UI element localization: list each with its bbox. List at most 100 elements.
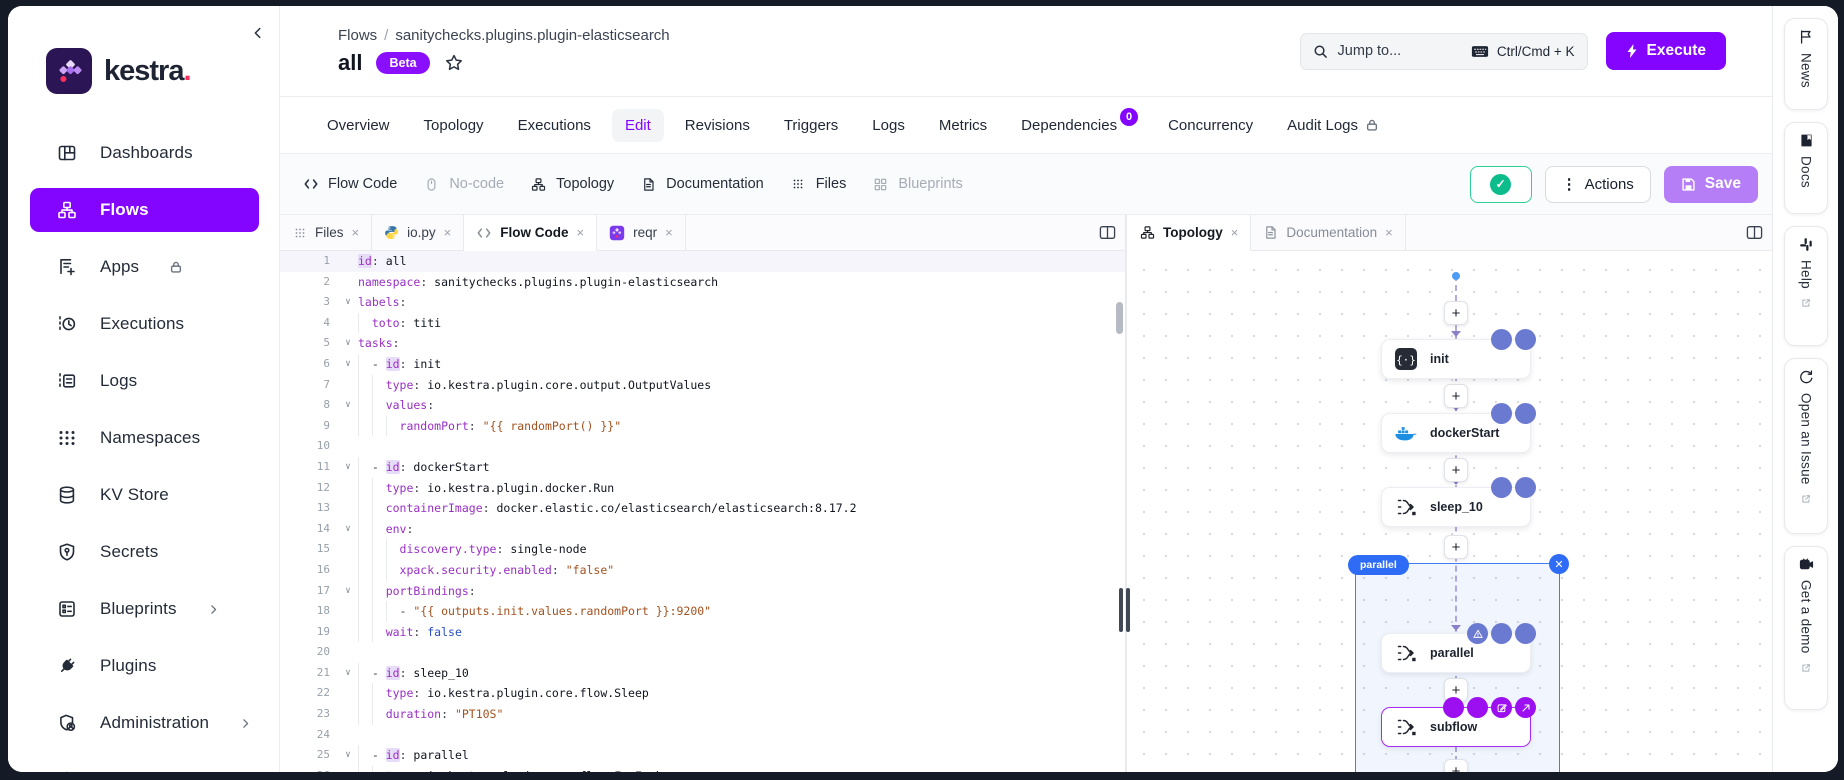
tab-edit[interactable]: Edit [612,109,664,142]
code-line[interactable]: 24 [280,725,1125,746]
node-delete-button[interactable] [1515,329,1536,350]
code-line[interactable]: 12 type: io.kestra.plugin.docker.Run [280,478,1125,499]
view-documentation[interactable]: Documentation [640,176,764,193]
node-delete-button[interactable] [1467,697,1488,718]
sidebar-item-plugins[interactable]: Plugins [30,644,259,688]
node-warning-button[interactable] [1467,623,1488,644]
node-delete-button[interactable] [1515,403,1536,424]
node-delete-button[interactable] [1515,477,1536,498]
validation-status-button[interactable]: ✓ [1470,166,1532,203]
code-line[interactable]: 11 ∨ - id: dockerStart [280,457,1125,478]
sidebar-item-apps[interactable]: Apps [30,245,259,289]
kestra-logo[interactable]: kestra. [46,48,191,94]
node-editbox-button[interactable] [1491,697,1512,718]
jump-to-search[interactable]: Jump to... Ctrl/Cmd + K [1300,33,1588,70]
code-line[interactable]: 22 type: io.kestra.plugin.core.flow.Slee… [280,683,1125,704]
fold-toggle[interactable]: ∨ [338,354,358,375]
view-topology[interactable]: Topology [530,176,614,193]
task-node-sleep_10[interactable]: sleep_10 [1381,487,1531,527]
editor-scrollbar[interactable] [1116,302,1123,334]
close-icon[interactable]: × [576,225,584,240]
node-delete-button[interactable] [1515,623,1536,644]
node-link-button[interactable] [1515,697,1536,718]
sidebar-collapse-button[interactable] [247,22,269,44]
code-line[interactable]: 5 ∨ tasks: [280,333,1125,354]
fold-toggle[interactable]: ∨ [338,581,358,602]
sidebar-item-executions[interactable]: Executions [30,302,259,346]
breadcrumb-path[interactable]: sanitychecks.plugins.plugin-elasticsearc… [395,27,669,44]
tab-dependencies[interactable]: Dependencies0 [1008,108,1147,142]
close-icon[interactable]: ✕ [1549,554,1569,574]
view-blueprints[interactable]: Blueprints [872,176,962,193]
close-icon[interactable]: × [665,225,673,240]
tab-metrics[interactable]: Metrics [926,109,1000,142]
add-task-button[interactable]: + [1444,759,1468,772]
split-view-icon[interactable] [1736,215,1772,250]
code-line[interactable]: 20 [280,642,1125,663]
code-line[interactable]: 13 containerImage: docker.elastic.co/ela… [280,498,1125,519]
tab-overview[interactable]: Overview [314,109,403,142]
node-edit-button[interactable] [1491,477,1512,498]
task-node-subflow[interactable]: subflow [1381,707,1531,747]
panel-tab-documentation[interactable]: Documentation × [1251,215,1405,250]
save-button[interactable]: Save [1664,166,1758,203]
favorite-star-icon[interactable] [444,53,464,73]
sidebar-item-dashboards[interactable]: Dashboards [30,131,259,175]
editor-tab-flow-code[interactable]: Flow Code × [464,215,597,251]
breadcrumb[interactable]: Flows/sanitychecks.plugins.plugin-elasti… [338,27,670,44]
tab-logs[interactable]: Logs [859,109,918,142]
node-edit-button[interactable] [1443,697,1464,718]
cluster-badge[interactable]: parallel [1348,555,1409,575]
task-node-parallel[interactable]: parallel [1381,633,1531,673]
close-icon[interactable]: × [1231,225,1239,240]
code-line[interactable]: 15 discovery.type: single-node [280,539,1125,560]
code-line[interactable]: 26 type: io.kestra.plugin.core.flow.ForE… [280,766,1125,772]
tab-executions[interactable]: Executions [505,109,604,142]
code-line[interactable]: 23 duration: "PT10S" [280,704,1125,725]
topology-canvas[interactable]: parallel ✕ ++++++ {·} init dockerStart [1127,251,1772,772]
editor-tab-io-py[interactable]: io.py × [372,215,464,250]
pane-resize-handle[interactable] [1119,588,1132,632]
panel-tab-topology[interactable]: Topology × [1127,215,1251,251]
code-editor[interactable]: 1 id: all2 namespace: sanitychecks.plugi… [280,251,1125,772]
code-line[interactable]: 2 namespace: sanitychecks.plugins.plugin… [280,272,1125,293]
code-line[interactable]: 18 - "{{ outputs.init.values.randomPort … [280,601,1125,622]
code-line[interactable]: 16 xpack.security.enabled: "false" [280,560,1125,581]
split-view-icon[interactable] [1089,215,1125,250]
code-line[interactable]: 14 ∨ env: [280,519,1125,540]
fold-toggle[interactable]: ∨ [338,457,358,478]
fold-toggle[interactable]: ∨ [338,395,358,416]
rail-button-open-an-issue[interactable]: Open an Issue [1784,358,1828,534]
task-node-init[interactable]: {·} init [1381,339,1531,379]
editor-tab-reqr[interactable]: reqr × [597,215,686,250]
code-line[interactable]: 17 ∨ portBindings: [280,581,1125,602]
fold-toggle[interactable]: ∨ [338,663,358,684]
add-task-button[interactable]: + [1444,535,1468,559]
code-line[interactable]: 1 id: all [280,251,1125,272]
node-edit-button[interactable] [1491,623,1512,644]
sidebar-item-flows[interactable]: Flows [30,188,259,232]
sidebar-item-logs[interactable]: Logs [30,359,259,403]
breadcrumb-root[interactable]: Flows [338,27,377,44]
code-line[interactable]: 6 ∨ - id: init [280,354,1125,375]
code-line[interactable]: 10 [280,436,1125,457]
node-edit-button[interactable] [1491,329,1512,350]
sidebar-item-secrets[interactable]: Secrets [30,530,259,574]
rail-button-help[interactable]: Help [1784,226,1828,346]
sidebar-item-namespaces[interactable]: Namespaces [30,416,259,460]
tab-audit-logs[interactable]: Audit Logs [1274,109,1392,142]
rail-button-news[interactable]: News [1784,18,1828,110]
editor-tab-files[interactable]: Files × [280,215,372,250]
rail-button-get-a-demo[interactable]: Get a demo [1784,546,1828,710]
sidebar-item-administration[interactable]: Administration [30,701,259,745]
tab-topology[interactable]: Topology [411,109,497,142]
code-line[interactable]: 21 ∨ - id: sleep_10 [280,663,1125,684]
sidebar-item-settings[interactable]: Settings [30,758,259,772]
add-task-button[interactable]: + [1444,384,1468,408]
add-task-button[interactable]: + [1444,301,1468,325]
view-files[interactable]: Files [790,176,847,193]
execute-button[interactable]: Execute [1606,32,1726,70]
close-icon[interactable]: × [444,225,452,240]
add-task-button[interactable]: + [1444,458,1468,482]
fold-toggle[interactable]: ∨ [338,333,358,354]
